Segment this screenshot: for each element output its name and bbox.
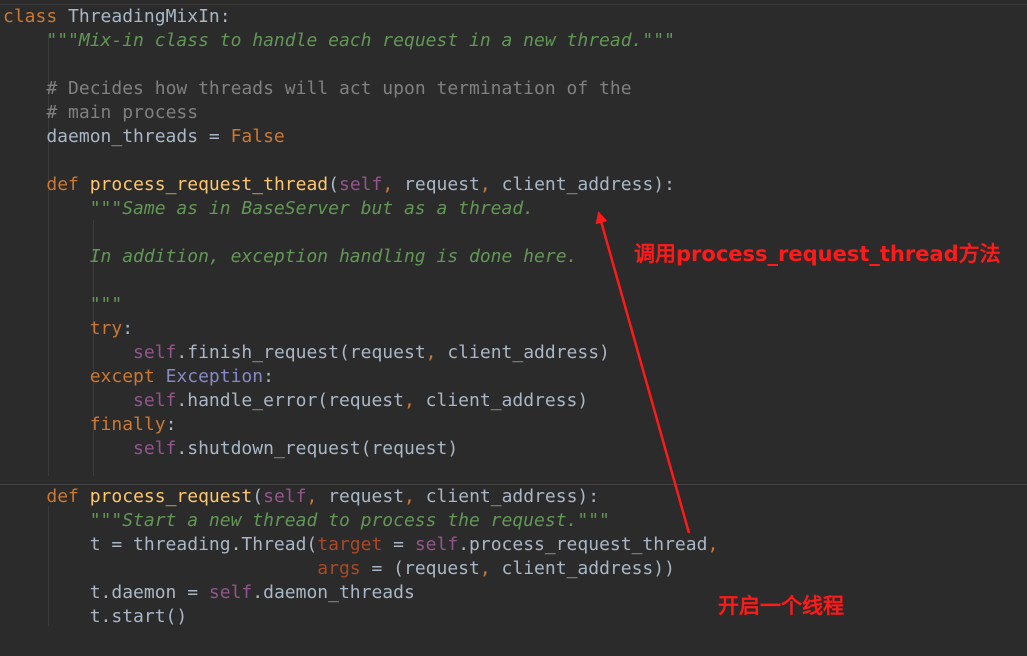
annotation-call-method: 调用process_request_thread方法: [634, 242, 1001, 266]
annotation-start-thread: 开启一个线程: [718, 594, 844, 618]
annotation-arrow: [595, 211, 691, 534]
